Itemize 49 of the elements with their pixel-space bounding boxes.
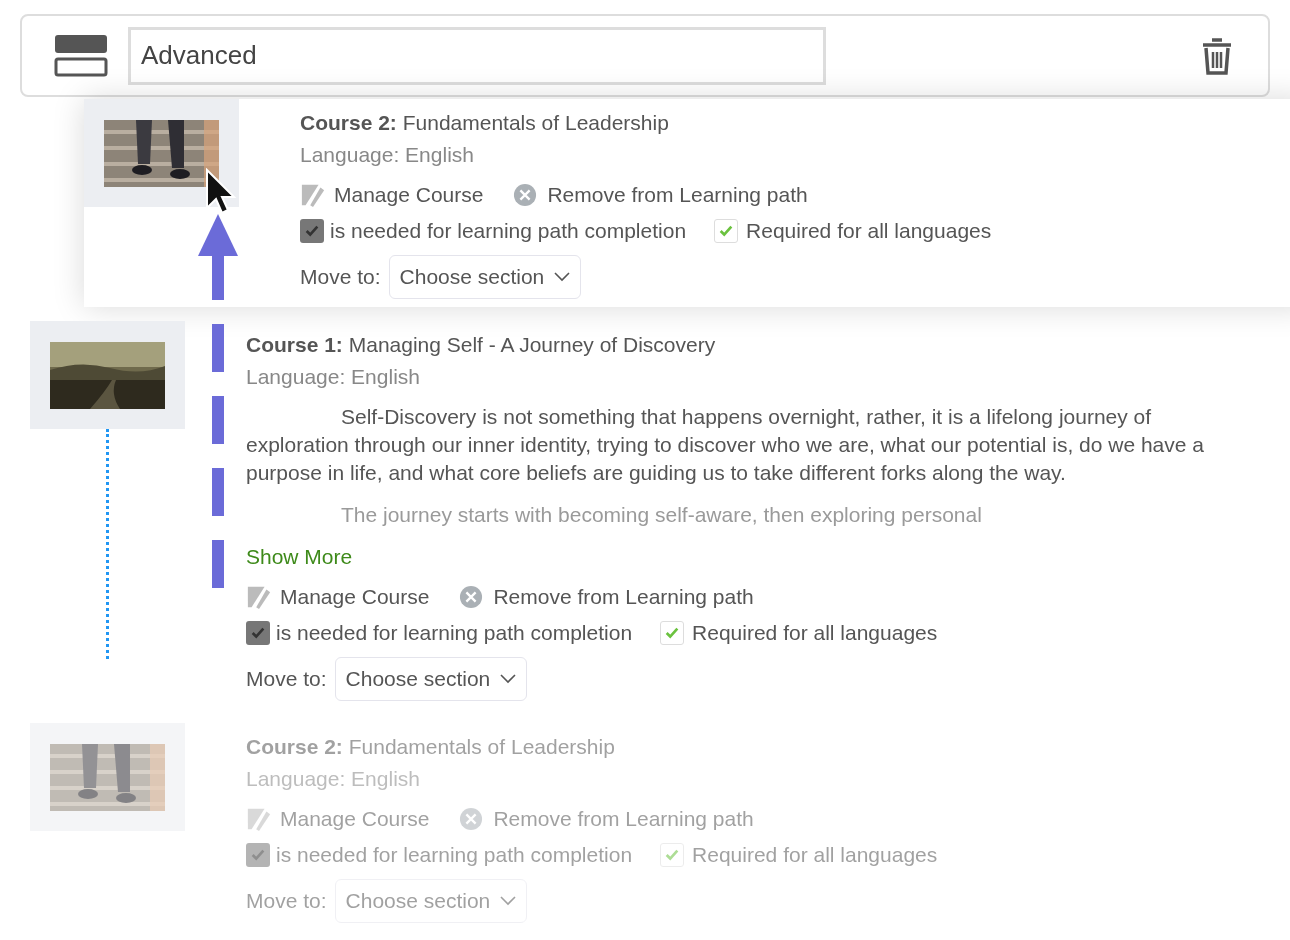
check-icon xyxy=(664,625,681,641)
remove-button[interactable]: Remove from Learning path xyxy=(513,181,808,209)
check-icon xyxy=(250,847,266,863)
checkbox-label: Required for all languages xyxy=(746,218,992,244)
checkbox-label: Required for all languages xyxy=(692,842,938,868)
edit-icon xyxy=(246,584,272,610)
close-icon xyxy=(459,807,484,831)
section-select[interactable]: Choose section xyxy=(334,657,528,701)
description-paragraph: The journey starts with becoming self-aware, then exploring personal xyxy=(340,502,983,528)
check-icon xyxy=(304,223,320,239)
checkbox[interactable] xyxy=(300,219,324,243)
checkbox[interactable] xyxy=(660,843,685,867)
manage-course-button[interactable]: Manage Course xyxy=(246,583,430,611)
course-title: Course 1: Managing Self - A Journey of Discovery xyxy=(246,332,716,358)
chevron-down-icon xyxy=(500,674,517,684)
close-icon xyxy=(459,585,484,609)
checkbox-label: is needed for learning path completion xyxy=(276,620,633,646)
checkbox[interactable] xyxy=(660,621,685,645)
move-to-label: Move to: xyxy=(300,264,381,290)
course-language: Language: English xyxy=(246,766,420,792)
chevron-down-icon xyxy=(554,272,571,282)
checkbox-label: Required for all languages xyxy=(692,620,938,646)
description-paragraph: Self-Discovery is not something that happens overnight, rather, it is a lifelong journey of exploration through our inner identity, trying to discover who we are, what our potential is, do we have a purpose in life, and what core beliefs are guiding us to take different forks along the way. xyxy=(246,404,1205,486)
course-title: Course 2: Fundamentals of Leadership xyxy=(246,734,615,760)
edit-icon xyxy=(246,806,272,832)
section-icon[interactable] xyxy=(54,34,108,77)
course-language: Language: English xyxy=(246,364,420,390)
checkbox[interactable] xyxy=(246,843,270,867)
checkbox[interactable] xyxy=(714,219,739,243)
remove-button[interactable]: Remove from Learning path xyxy=(459,583,754,611)
section-name-field[interactable]: Advanced xyxy=(128,26,826,85)
checkbox[interactable] xyxy=(246,621,270,645)
chevron-down-icon xyxy=(500,896,517,906)
move-to-label: Move to: xyxy=(246,888,327,914)
check-icon xyxy=(250,625,266,641)
close-icon xyxy=(513,183,538,207)
check-icon xyxy=(718,223,735,239)
checkbox-label: is needed for learning path completion xyxy=(330,218,687,244)
trash-icon[interactable] xyxy=(1202,36,1232,75)
check-icon xyxy=(664,847,681,863)
move-to-label: Move to: xyxy=(246,666,327,692)
section-select[interactable]: Choose section xyxy=(388,255,582,299)
manage-course-button[interactable]: Manage Course xyxy=(300,181,484,209)
edit-icon xyxy=(300,182,326,208)
checkbox-label: is needed for learning path completion xyxy=(276,842,633,868)
show-more-link[interactable]: Show More xyxy=(246,543,353,571)
drag-preview[interactable]: Course 2: Fundamentals of Leadership Language: English Manage Course Remove from Learning path is needed for learning path completion Required for all languages Move to: Choose section xyxy=(84,99,1290,307)
course-language: Language: English xyxy=(300,142,474,168)
course-title: Course 2: Fundamentals of Leadership xyxy=(300,110,669,136)
